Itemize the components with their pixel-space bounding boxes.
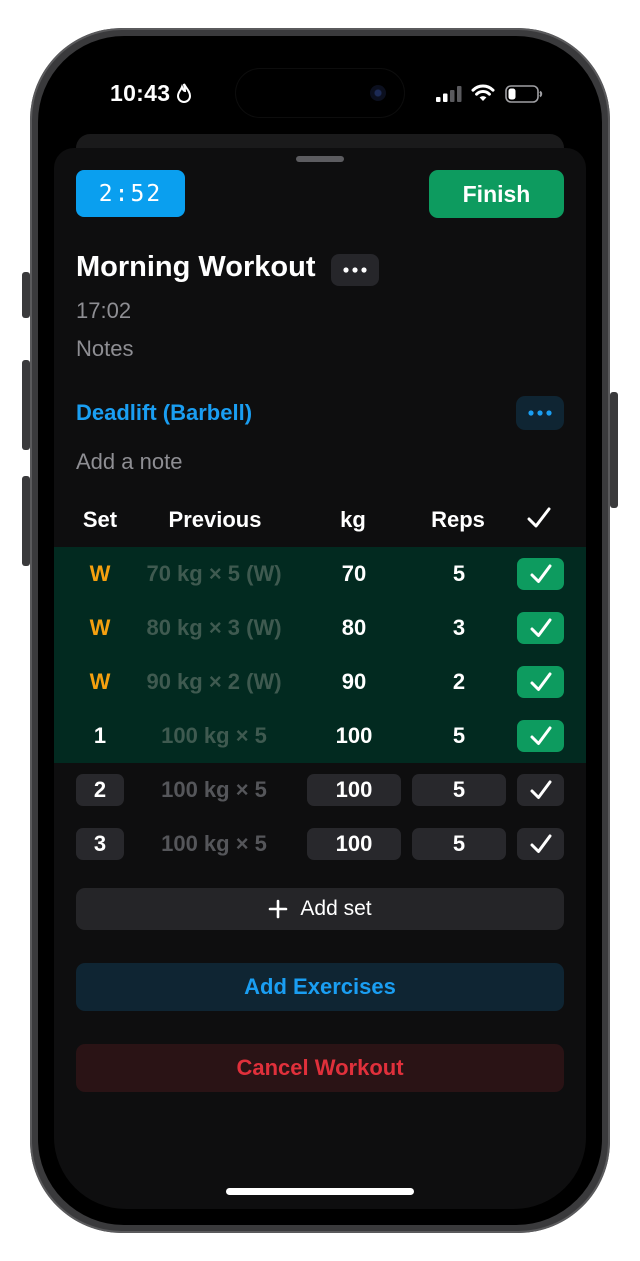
set-number-button[interactable]: W: [76, 655, 124, 709]
previous-value[interactable]: 100 kg × 5: [134, 817, 294, 871]
checkmark-icon: [530, 834, 551, 853]
checkmark-icon: [530, 564, 551, 583]
previous-value[interactable]: 90 kg × 2 (W): [134, 655, 294, 709]
set-row[interactable]: 1 100 kg × 5 100 5: [54, 709, 586, 763]
exercise-note-field[interactable]: Add a note: [76, 449, 182, 475]
column-header-kg: kg: [340, 507, 366, 532]
workout-title[interactable]: Morning Workout: [76, 251, 315, 284]
checkmark-icon: [530, 618, 551, 637]
workout-sheet: 2:52 Finish Morning Workout 17:02 Notes …: [54, 148, 586, 1209]
cellular-signal-icon: [436, 86, 462, 102]
weight-input[interactable]: 70: [307, 547, 401, 601]
workout-start-time[interactable]: 17:02: [76, 298, 131, 324]
add-exercises-button[interactable]: Add Exercises: [76, 963, 564, 1011]
complete-set-toggle[interactable]: [517, 547, 564, 601]
finish-button[interactable]: Finish: [429, 170, 564, 218]
reps-input[interactable]: 5: [412, 817, 506, 871]
column-header-set: Set: [82, 507, 118, 532]
add-set-label: Add set: [300, 897, 372, 920]
status-time: 10:43: [110, 80, 171, 106]
set-row[interactable]: W 90 kg × 2 (W) 90 2: [54, 655, 586, 709]
set-number-button[interactable]: 1: [76, 709, 124, 763]
more-icon: [528, 410, 552, 416]
plus-icon: [269, 899, 288, 919]
set-row[interactable]: 2 100 kg × 5 100 5: [54, 763, 586, 817]
power-button: [610, 392, 618, 508]
screen: 10:43 2:52 Finish Morning Workout 17:02 …: [54, 52, 586, 1209]
complete-set-toggle[interactable]: [517, 763, 564, 817]
complete-set-toggle[interactable]: [517, 817, 564, 871]
workout-timer[interactable]: 2:52: [76, 170, 185, 217]
camera-icon: [370, 85, 386, 101]
reps-input[interactable]: 3: [412, 601, 506, 655]
checkmark-icon: [530, 672, 551, 691]
set-number-button[interactable]: W: [76, 547, 124, 601]
sheet-grabber[interactable]: [296, 156, 344, 162]
set-row[interactable]: W 70 kg × 5 (W) 70 5: [54, 547, 586, 601]
set-number-button[interactable]: W: [76, 601, 124, 655]
workout-notes-field[interactable]: Notes: [76, 336, 133, 362]
action-button: [22, 272, 30, 318]
complete-set-toggle[interactable]: [517, 709, 564, 763]
checkmark-icon: [530, 780, 551, 799]
complete-set-toggle[interactable]: [517, 655, 564, 709]
cancel-workout-button[interactable]: Cancel Workout: [76, 1044, 564, 1092]
previous-value[interactable]: 100 kg × 5: [134, 763, 294, 817]
previous-value[interactable]: 70 kg × 5 (W): [134, 547, 294, 601]
focus-drop-icon: [176, 83, 192, 103]
exercise-more-button[interactable]: [516, 396, 564, 430]
set-number-button[interactable]: 3: [76, 817, 124, 871]
reps-input[interactable]: 2: [412, 655, 506, 709]
weight-input[interactable]: 90: [307, 655, 401, 709]
previous-value[interactable]: 100 kg × 5: [134, 709, 294, 763]
weight-input[interactable]: 100: [307, 817, 401, 871]
column-header-previous: Previous: [168, 507, 262, 532]
home-indicator[interactable]: [226, 1188, 414, 1195]
volume-up-button: [22, 360, 30, 450]
set-row[interactable]: W 80 kg × 3 (W) 80 3: [54, 601, 586, 655]
column-header-reps: Reps: [431, 507, 485, 532]
battery-icon: [505, 85, 543, 103]
previous-value[interactable]: 80 kg × 3 (W): [134, 601, 294, 655]
weight-input[interactable]: 80: [307, 601, 401, 655]
set-row[interactable]: 3 100 kg × 5 100 5: [54, 817, 586, 871]
column-header-check-icon: [527, 507, 551, 528]
checkmark-icon: [530, 726, 551, 745]
set-number-button[interactable]: 2: [76, 763, 124, 817]
workout-more-button[interactable]: [331, 254, 379, 286]
more-icon: [343, 267, 367, 273]
reps-input[interactable]: 5: [412, 547, 506, 601]
weight-input[interactable]: 100: [307, 709, 401, 763]
exercise-name-link[interactable]: Deadlift (Barbell): [76, 400, 252, 426]
complete-set-toggle[interactable]: [517, 601, 564, 655]
add-set-button[interactable]: Add set: [76, 888, 564, 930]
wifi-icon: [471, 84, 495, 101]
weight-input[interactable]: 100: [307, 763, 401, 817]
reps-input[interactable]: 5: [412, 763, 506, 817]
reps-input[interactable]: 5: [412, 709, 506, 763]
volume-down-button: [22, 476, 30, 566]
